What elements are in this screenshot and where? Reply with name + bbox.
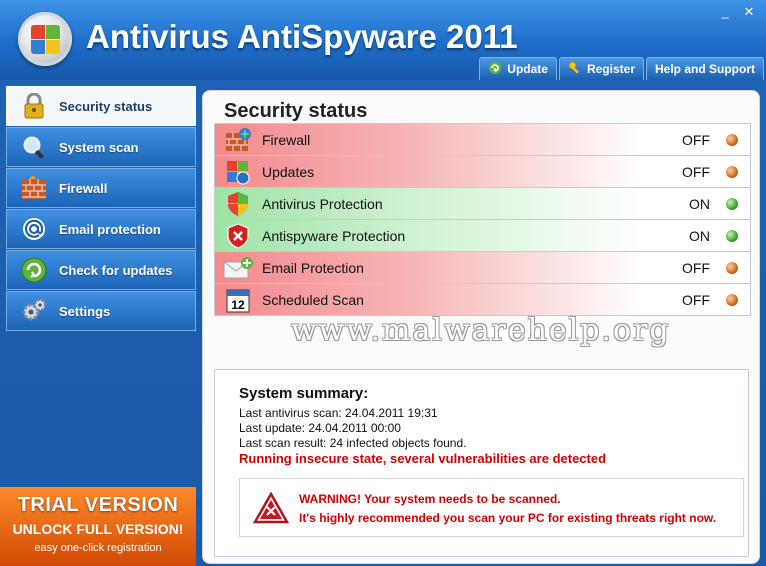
main-panel: Security status Firewall OFF Updates OFF [202, 90, 760, 564]
sidebar-item-firewall[interactable]: Firewall [6, 168, 196, 208]
status-row-label: Scheduled Scan [262, 291, 364, 308]
status-row-firewall[interactable]: Firewall OFF [215, 124, 750, 156]
at-sign-icon [19, 215, 49, 243]
status-off-indicator-icon [726, 133, 738, 146]
status-row-email-protection[interactable]: Email Protection OFF [215, 252, 750, 284]
status-row-label: Updates [262, 163, 315, 180]
sidebar-item-check-for-updates[interactable]: Check for updates [6, 250, 196, 290]
status-row-state: ON [689, 227, 710, 244]
trial-version-banner[interactable]: TRIAL VERSION UNLOCK FULL VERSION! easy … [0, 487, 196, 566]
sidebar-item-label: Email protection [59, 221, 161, 237]
window-controls: _ ✕ [708, 4, 756, 20]
update-icon [19, 256, 49, 284]
system-summary-box: System summary: Last antivirus scan: 24.… [214, 369, 749, 557]
envelope-plus-icon [223, 254, 253, 282]
close-button[interactable]: ✕ [742, 4, 756, 20]
register-button[interactable]: Register [558, 57, 644, 80]
sidebar-item-email-protection[interactable]: Email protection [6, 209, 196, 249]
sidebar-item-settings[interactable]: Settings [6, 291, 196, 331]
status-row-label: Firewall [262, 131, 311, 148]
status-row-label: Email Protection [262, 259, 364, 276]
warning-title: WARNING! Your system needs to be scanned… [299, 492, 561, 506]
status-off-indicator-icon [726, 165, 738, 178]
app-window: Antivirus AntiSpyware 2011 _ ✕ Update Reg… [0, 0, 766, 566]
sidebar-item-system-scan[interactable]: System scan [6, 127, 196, 167]
sidebar-item-label: System scan [59, 139, 139, 155]
status-off-indicator-icon [726, 293, 738, 306]
status-off-indicator-icon [726, 261, 738, 274]
status-row-updates[interactable]: Updates OFF [215, 156, 750, 188]
magnifier-icon [19, 133, 49, 161]
update-button[interactable]: Update [479, 57, 557, 80]
minimize-button[interactable]: _ [718, 4, 732, 19]
status-row-scheduled-scan[interactable]: 12 Scheduled Scan OFF [215, 284, 750, 315]
update-icon [488, 61, 502, 78]
title-bar: Antivirus AntiSpyware 2011 _ ✕ Update Reg… [0, 0, 766, 80]
sidebar-item-label: Settings [59, 303, 111, 319]
calendar-icon: 12 [223, 286, 253, 314]
last-antivirus-scan: Last antivirus scan: 24.04.2011 19:31 [239, 406, 438, 420]
watermark: www.malwarehelp.org [291, 313, 671, 348]
last-scan-result: Last scan result: 24 infected objects fo… [239, 436, 467, 450]
unlock-full-version-link[interactable]: UNLOCK FULL VERSION! [0, 521, 196, 537]
windows-update-icon [223, 158, 253, 186]
sidebar-item-label: Check for updates [59, 262, 173, 278]
firewall-icon [223, 126, 253, 154]
update-button-label: Update [507, 62, 548, 76]
sidebar-item-label: Firewall [59, 180, 108, 196]
status-row-label: Antivirus Protection [262, 195, 383, 212]
shield-x-icon [223, 222, 253, 250]
help-and-support-button[interactable]: Help and Support [646, 57, 764, 80]
last-update: Last update: 24.04.2011 00:00 [239, 421, 401, 435]
warning-triangle-icon [252, 491, 290, 529]
status-row-state: OFF [682, 163, 710, 180]
status-row-antispyware-protection[interactable]: Antispyware Protection ON [215, 220, 750, 252]
gears-icon [19, 297, 49, 325]
sidebar: Security status System scan Firewall Ema… [6, 86, 196, 332]
scan-warning-box[interactable]: WARNING! Your system needs to be scanned… [239, 478, 744, 537]
help-and-support-label: Help and Support [655, 62, 755, 76]
status-row-label: Antispyware Protection [262, 227, 406, 244]
top-navigation: Update Register Help and Support [479, 57, 764, 80]
status-on-indicator-icon [726, 229, 738, 242]
trial-title: TRIAL VERSION [17, 494, 179, 516]
svg-text:12: 12 [231, 298, 245, 312]
register-button-label: Register [586, 62, 635, 76]
app-logo-icon [18, 12, 72, 66]
warning-message: It's highly recommended you scan your PC… [299, 511, 717, 525]
status-row-state: OFF [682, 131, 710, 148]
page-title: Security status [224, 100, 368, 122]
trial-subtitle: easy one-click registration [34, 542, 162, 554]
sidebar-item-security-status[interactable]: Security status [6, 86, 196, 126]
status-table: Firewall OFF Updates OFF Antivirus Prote… [214, 123, 751, 316]
status-on-indicator-icon [726, 197, 738, 210]
app-title: Antivirus AntiSpyware 2011 [86, 18, 518, 55]
status-row-antivirus-protection[interactable]: Antivirus Protection ON [215, 188, 750, 220]
status-row-state: ON [689, 195, 710, 212]
status-row-state: OFF [682, 291, 710, 308]
status-row-state: OFF [682, 259, 710, 276]
key-icon [568, 61, 582, 78]
lock-icon [19, 92, 49, 120]
system-summary-heading: System summary: [239, 385, 369, 402]
insecure-state-message: Running insecure state, several vulnerab… [239, 451, 607, 466]
brick-wall-icon [19, 174, 49, 202]
sidebar-item-label: Security status [59, 98, 153, 114]
shield-icon [223, 190, 253, 218]
